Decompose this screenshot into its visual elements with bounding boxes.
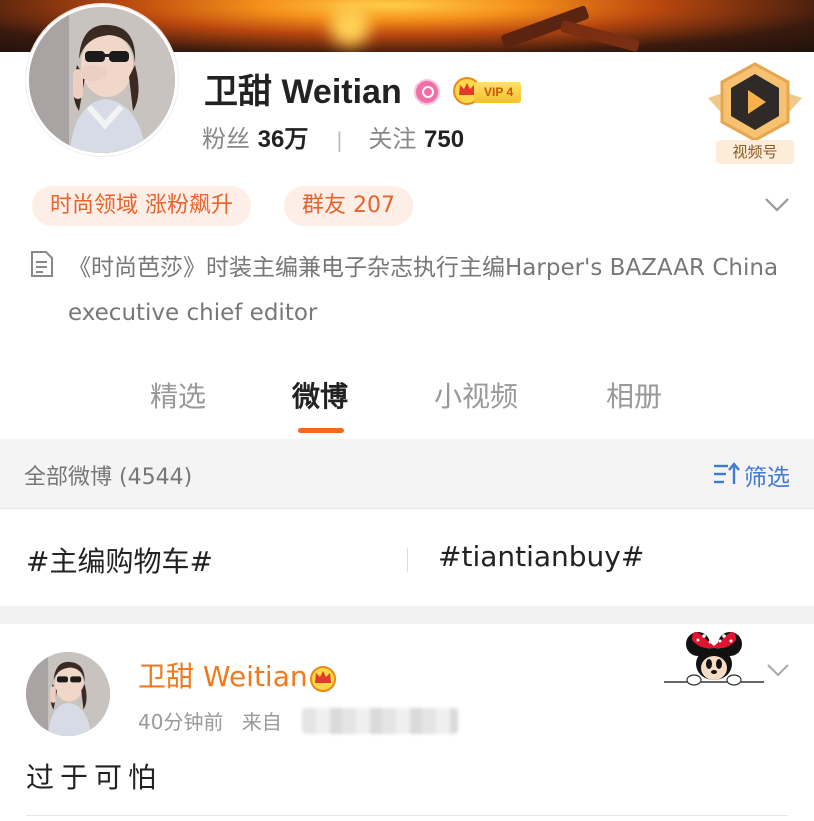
post-menu-chevron-icon[interactable] <box>766 662 790 678</box>
stats-divider: | <box>335 128 343 152</box>
verified-female-icon[interactable] <box>414 79 440 105</box>
group-chip[interactable]: 群友 207 <box>284 186 413 226</box>
post-divider <box>26 815 788 816</box>
tab-weibo[interactable]: 微博 <box>292 378 348 416</box>
tab-short-video[interactable]: 小视频 <box>434 378 518 416</box>
tab-featured[interactable]: 精选 <box>150 378 206 416</box>
post-meta: 40分钟前 来自 <box>138 706 282 735</box>
filter-button[interactable]: 筛选 <box>744 458 790 492</box>
video-channel-label[interactable]: 视频号 <box>716 140 794 164</box>
profile-name: 卫甜 Weitian <box>204 73 402 111</box>
post-source-prefix: 来自 <box>241 710 282 734</box>
post-time: 40分钟前 <box>138 710 224 734</box>
post-text[interactable]: 过于可怕 <box>26 756 162 796</box>
vip-crown-icon[interactable] <box>308 664 338 692</box>
post-author-avatar[interactable] <box>26 652 110 736</box>
fans-count[interactable]: 36万 <box>258 126 309 153</box>
profile-bio: 《时尚芭莎》时装主编兼电子杂志执行主编Harper's BAZAAR China… <box>68 255 779 326</box>
topic-tiantianbuy[interactable]: #tiantianbuy# <box>438 540 644 573</box>
domain-chip[interactable]: 时尚领域 涨粉飙升 <box>32 186 251 226</box>
topic-row: #主编购物车# #tiantianbuy# <box>0 510 814 606</box>
post-author-name[interactable]: 卫甜 Weitian <box>138 660 308 694</box>
document-icon <box>31 251 53 277</box>
all-weibo-count[interactable]: 全部微博 (4544) <box>24 459 192 491</box>
topic-shopping-cart[interactable]: #主编购物车# <box>26 540 213 580</box>
fans-label: 粉丝 <box>202 125 250 153</box>
profile-stats: 粉丝 36万 | 关注 750 <box>202 124 464 155</box>
minnie-mouse-sticker-icon <box>664 632 764 686</box>
tab-album[interactable]: 相册 <box>606 378 662 416</box>
vip-level-badge[interactable]: VIP 4 <box>474 82 522 103</box>
following-label: 关注 <box>368 125 417 153</box>
section-gap <box>0 606 814 624</box>
post-source-redacted <box>302 708 458 734</box>
following-count[interactable]: 750 <box>424 126 464 153</box>
feed-filter-bar: 全部微博 (4544) 筛选 <box>0 439 814 509</box>
topic-divider <box>407 548 408 572</box>
filter-icon[interactable] <box>712 461 740 487</box>
active-tab-indicator <box>298 428 344 433</box>
profile-avatar[interactable] <box>26 4 178 156</box>
chevron-down-icon[interactable] <box>764 196 790 214</box>
